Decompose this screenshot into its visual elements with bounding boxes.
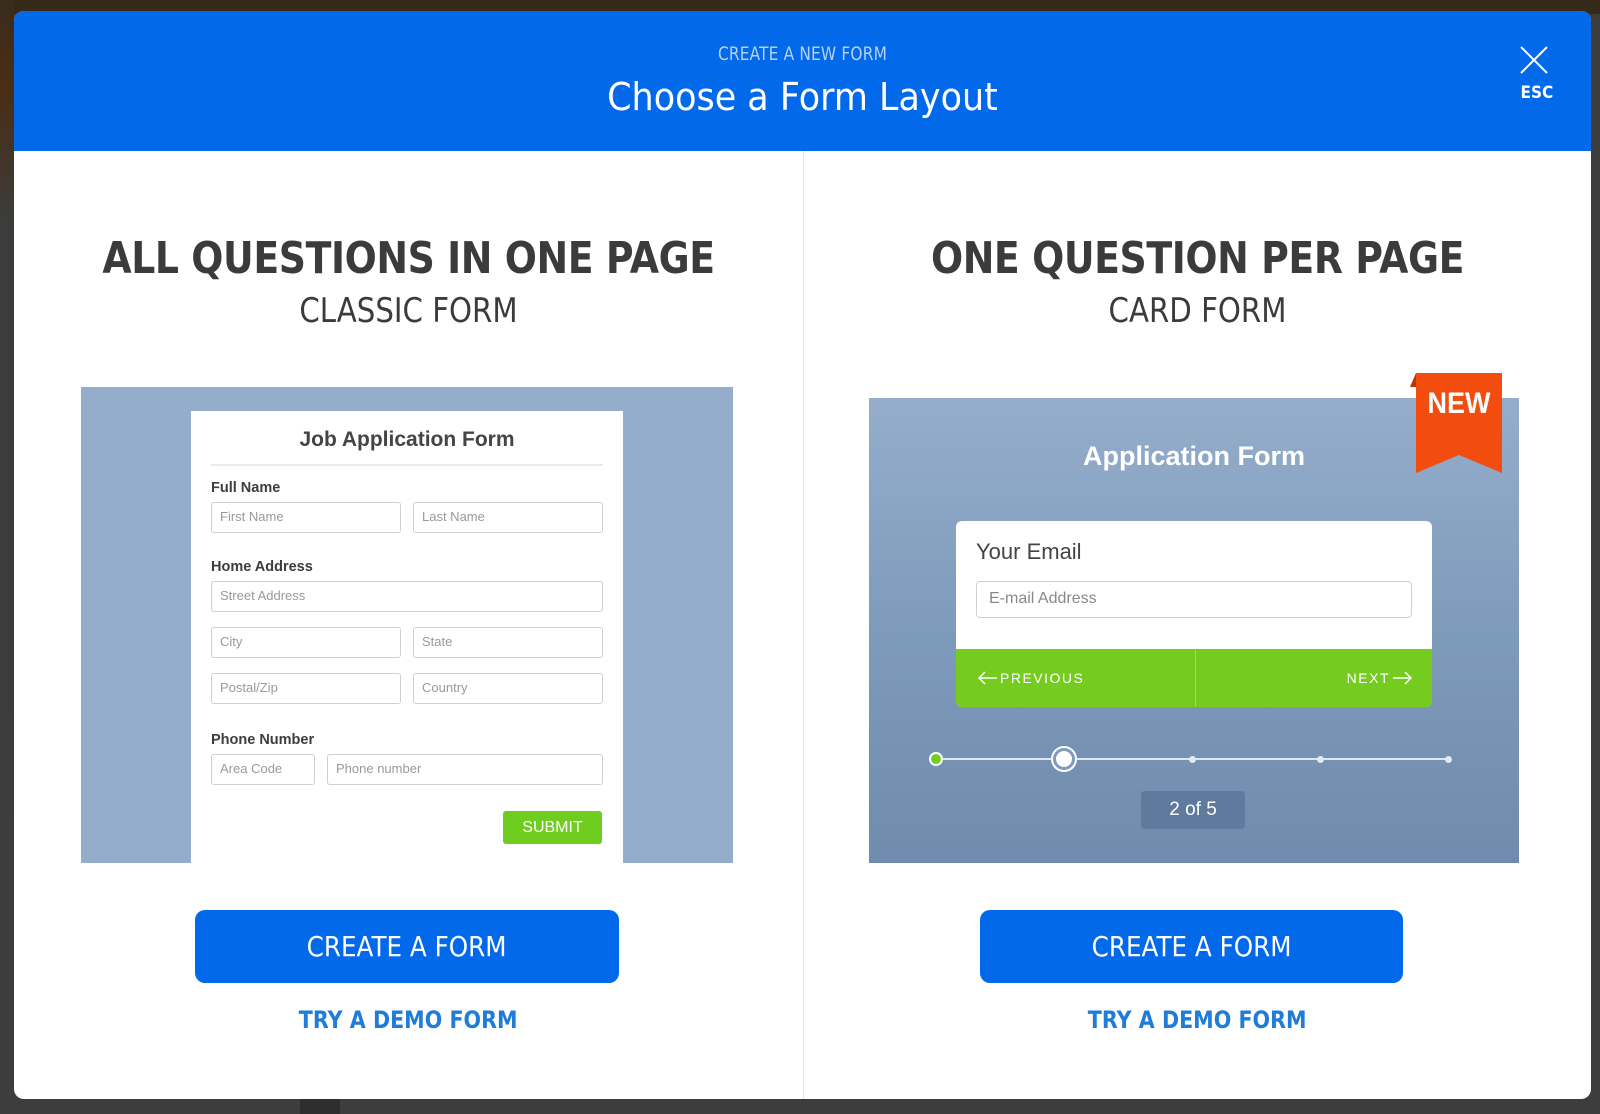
preview-card-nav: PREVIOUS NEXT bbox=[956, 649, 1432, 707]
progress-dot-pending bbox=[1316, 755, 1324, 763]
progress-dot-pending bbox=[1188, 755, 1196, 763]
arrow-right-icon bbox=[1393, 671, 1412, 685]
form-layout-modal: CREATE A NEW FORM Choose a Form Layout E… bbox=[14, 11, 1591, 1099]
new-badge: NEW bbox=[1427, 387, 1491, 420]
preview-next-button: NEXT bbox=[1196, 649, 1433, 707]
preview-form-title: Job Application Form bbox=[211, 411, 603, 466]
preview-question-label: Your Email bbox=[976, 539, 1082, 564]
backdrop-strip bbox=[300, 1098, 340, 1114]
progress-dot-complete bbox=[929, 752, 943, 766]
progress-dot-current bbox=[1053, 748, 1075, 770]
preview-submit-button: SUBMIT bbox=[503, 811, 602, 844]
create-button-label: CREATE A FORM bbox=[1091, 930, 1292, 963]
close-x-icon bbox=[1520, 46, 1548, 74]
create-classic-form-button[interactable]: CREATE A FORM bbox=[195, 910, 619, 983]
card-form-panel: ONE QUESTION PER PAGE CARD FORM Applicat… bbox=[804, 151, 1591, 1099]
modal-header: CREATE A NEW FORM Choose a Form Layout E… bbox=[14, 11, 1591, 151]
classic-form-preview: Job Application Form Full Name First Nam… bbox=[81, 387, 733, 863]
preview-email-input: E-mail Address bbox=[976, 581, 1412, 618]
create-card-form-button[interactable]: CREATE A FORM bbox=[980, 910, 1403, 983]
header-kicker: CREATE A NEW FORM bbox=[717, 43, 888, 65]
create-button-label: CREATE A FORM bbox=[307, 930, 507, 963]
preview-input-city: City bbox=[211, 627, 401, 658]
try-card-demo-link[interactable]: TRY A DEMO FORM bbox=[804, 1006, 1591, 1034]
panel-subheading: CLASSIC FORM bbox=[299, 291, 518, 331]
preview-previous-button: PREVIOUS bbox=[956, 649, 1196, 707]
panel-heading: ONE QUESTION PER PAGE bbox=[930, 233, 1465, 284]
demo-link-label: TRY A DEMO FORM bbox=[1088, 1006, 1307, 1034]
preview-input-last-name: Last Name bbox=[413, 502, 603, 533]
close-esc-label: ESC bbox=[1520, 83, 1554, 103]
classic-form-panel: ALL QUESTIONS IN ONE PAGE CLASSIC FORM J… bbox=[14, 151, 803, 1099]
preview-form-card: Job Application Form Full Name First Nam… bbox=[191, 411, 623, 863]
panel-subheading: CARD FORM bbox=[1108, 291, 1287, 331]
backdrop-left bbox=[0, 0, 14, 1114]
preview-page-counter: 2 of 5 bbox=[1141, 791, 1245, 829]
preview-field-label: Phone Number bbox=[211, 732, 315, 748]
preview-input-phone: Phone number bbox=[327, 754, 603, 785]
modal-title: Choose a Form Layout bbox=[607, 75, 998, 119]
demo-link-label: TRY A DEMO FORM bbox=[299, 1006, 518, 1034]
preview-input-first-name: First Name bbox=[211, 502, 401, 533]
next-label: NEXT bbox=[1346, 670, 1390, 686]
preview-question-card: Your Email E-mail Address PREVIOUS NEXT bbox=[956, 521, 1432, 707]
preview-input-postal: Postal/Zip bbox=[211, 673, 401, 704]
preview-input-area-code: Area Code bbox=[211, 754, 315, 785]
close-button[interactable]: ESC bbox=[1519, 45, 1554, 103]
previous-label: PREVIOUS bbox=[1000, 670, 1085, 686]
panel-heading: ALL QUESTIONS IN ONE PAGE bbox=[102, 233, 715, 284]
preview-input-state: State bbox=[413, 627, 603, 658]
arrow-left-icon bbox=[978, 671, 997, 685]
preview-input-country: Country bbox=[413, 673, 603, 704]
progress-dot-pending bbox=[1444, 755, 1452, 763]
preview-input-street: Street Address bbox=[211, 581, 603, 612]
preview-field-label: Home Address bbox=[211, 559, 313, 575]
try-classic-demo-link[interactable]: TRY A DEMO FORM bbox=[14, 1006, 803, 1034]
preview-field-label: Full Name bbox=[211, 480, 281, 496]
